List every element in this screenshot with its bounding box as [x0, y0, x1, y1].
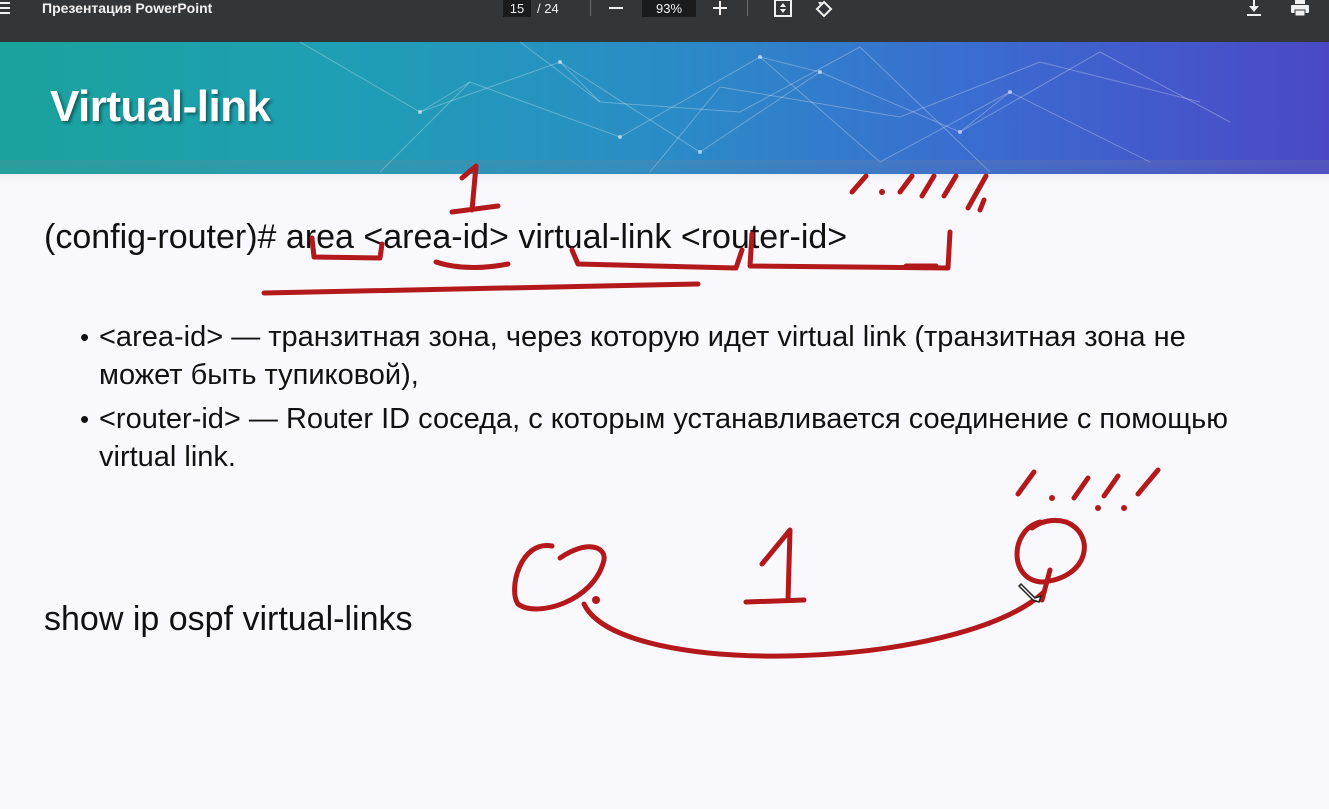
rotate-icon[interactable]	[814, 0, 834, 18]
config-command: (config-router)# area <area-id> virtual-…	[44, 218, 848, 256]
banner-shadow	[0, 160, 1329, 182]
pdf-toolbar: Презентация PowerPoint 15 / 24 93%	[0, 0, 1329, 42]
print-icon[interactable]	[1290, 0, 1310, 18]
bullet-item-area-id: • <area-id> — транзитная зона, через кот…	[80, 318, 1260, 394]
page-number-input[interactable]: 15	[503, 0, 531, 17]
toolbar-divider	[747, 0, 748, 16]
slide-title: Virtual-link	[50, 82, 271, 131]
bullet-text: <router-id> — Router ID соседа, с которы…	[99, 403, 1228, 473]
download-icon[interactable]	[1244, 0, 1264, 18]
bullet-text: <area-id> — транзитная зона, через котор…	[99, 321, 1186, 391]
document-title: Презентация PowerPoint	[42, 0, 213, 16]
page-total: / 24	[537, 1, 559, 16]
zoom-in-icon[interactable]	[710, 0, 730, 18]
slide-canvas: Virtual-link (config-router)# area <area…	[0, 42, 1329, 809]
zoom-out-icon[interactable]	[606, 0, 626, 18]
fit-page-icon[interactable]	[773, 0, 793, 18]
menu-icon[interactable]	[0, 0, 14, 18]
bullet-item-router-id: • <router-id> — Router ID соседа, с кото…	[80, 400, 1260, 476]
bullet-list: • <area-id> — транзитная зона, через кот…	[80, 318, 1260, 482]
bullet-marker: •	[80, 404, 90, 434]
pen-cursor-icon	[1017, 582, 1043, 603]
bullet-marker: •	[80, 322, 90, 352]
show-command: show ip ospf virtual-links	[44, 600, 413, 638]
zoom-level-input[interactable]: 93%	[642, 0, 696, 17]
toolbar-divider	[590, 0, 591, 16]
